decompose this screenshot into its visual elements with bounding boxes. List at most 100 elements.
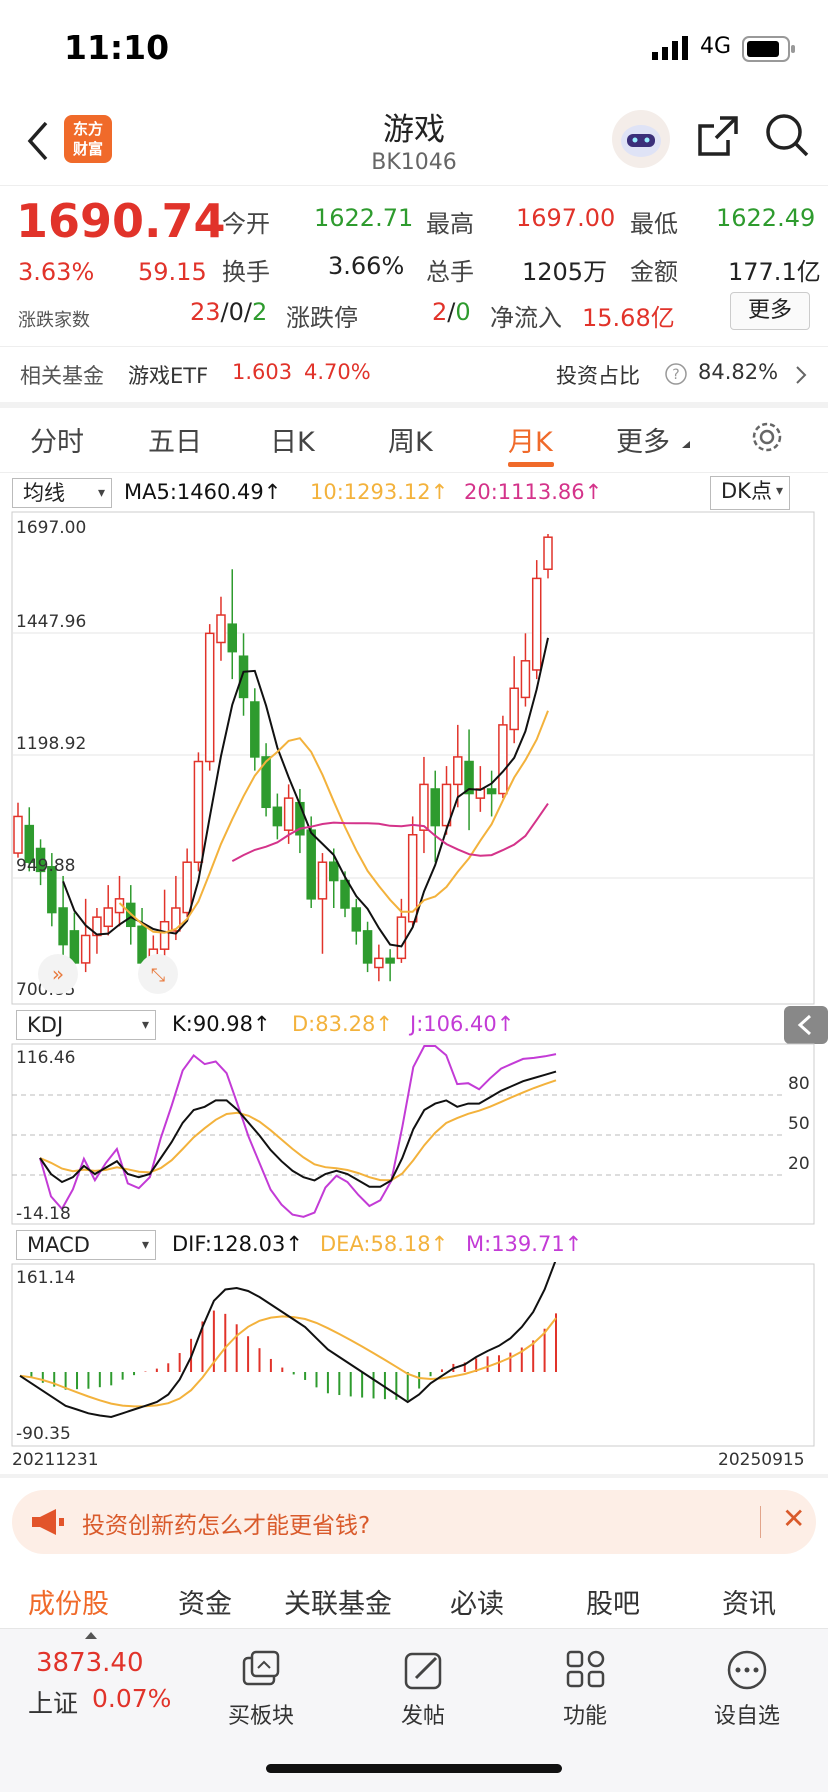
tab-intraday[interactable]: 分时 xyxy=(30,420,84,459)
candle-body xyxy=(103,907,113,928)
chart-frame xyxy=(11,1263,815,1447)
limit-values: 2/0 xyxy=(432,298,471,326)
tab-must-read[interactable]: 必读 xyxy=(450,1582,504,1621)
macd-y-min: -90.35 xyxy=(16,1424,71,1444)
candle-body xyxy=(182,861,192,914)
kdj-j-line xyxy=(39,1045,557,1218)
functions-label: 功能 xyxy=(562,1704,607,1729)
status-time: 11:10 xyxy=(64,28,170,67)
help-icon[interactable]: ? xyxy=(664,362,688,386)
low-value: 1622.49 xyxy=(716,204,816,232)
signal-icon xyxy=(652,36,688,60)
tab-five-day[interactable]: 五日 xyxy=(148,420,202,459)
change-percent: 3.63% xyxy=(18,258,95,286)
low-label: 最低 xyxy=(630,210,678,238)
more-button[interactable]: 更多 xyxy=(730,292,810,330)
tab-daily-k[interactable]: 日K xyxy=(270,420,315,459)
kdj-level: 20 xyxy=(788,1154,810,1174)
open-value: 1622.71 xyxy=(314,204,414,232)
candle-body xyxy=(430,788,440,827)
candle-body xyxy=(396,916,407,960)
y-axis-label: 949.88 xyxy=(16,856,76,876)
candlestick-chart[interactable] xyxy=(0,510,828,1006)
index-pct[interactable]: 0.07% xyxy=(92,1684,171,1713)
tab-news[interactable]: 资讯 xyxy=(722,1582,776,1621)
divider xyxy=(0,402,828,408)
dropdown-triangle-icon xyxy=(682,441,690,448)
kdj-d-line xyxy=(39,1079,557,1182)
candle-body xyxy=(159,920,170,950)
svg-text:»: » xyxy=(52,962,64,986)
tab-related-funds[interactable]: 关联基金 xyxy=(284,1582,392,1621)
y-axis-label: 1447.96 xyxy=(16,612,87,632)
macd-selector[interactable]: MACD xyxy=(16,1230,156,1260)
kdj-k-value: K:90.98↑ xyxy=(172,1012,271,1036)
chart-frame xyxy=(11,511,815,1005)
macd-chart[interactable] xyxy=(0,1262,828,1448)
kdj-y-max: 116.46 xyxy=(16,1048,76,1068)
search-icon[interactable] xyxy=(764,112,810,158)
svg-text:⤡: ⤡ xyxy=(151,965,165,986)
grid-icon xyxy=(566,1650,605,1688)
tab-constituents[interactable]: 成份股 xyxy=(28,1582,109,1621)
edit-icon xyxy=(404,1652,442,1690)
promo-banner[interactable]: 投资创新药怎么才能更省钱? ✕ xyxy=(12,1490,816,1554)
candle-body xyxy=(328,861,339,882)
inflow-value: 15.68亿 xyxy=(582,304,675,332)
candle-body xyxy=(250,701,260,758)
kdj-chart[interactable] xyxy=(0,1042,828,1226)
more-dots-icon xyxy=(727,1650,767,1690)
tab-funds-flow[interactable]: 资金 xyxy=(178,1582,232,1621)
collapse-panel-icon[interactable] xyxy=(784,1006,828,1044)
set-watchlist-button[interactable]: 设自选 xyxy=(692,1648,802,1730)
candle-body xyxy=(419,783,429,831)
status-bar: 11:10 4G xyxy=(0,0,828,96)
banner-text: 投资创新药怎么才能更省钱? xyxy=(82,1513,371,1539)
turnover-value: 3.66% xyxy=(328,252,405,280)
high-value: 1697.00 xyxy=(516,204,616,232)
buy-sector-button[interactable]: 买板块 xyxy=(206,1648,316,1730)
post-button[interactable]: 发帖 xyxy=(368,1648,478,1730)
kdj-selector[interactable]: KDJ xyxy=(16,1010,156,1040)
dk-point-button[interactable]: DK点 xyxy=(710,476,790,510)
inflow-label: 净流入 xyxy=(490,304,562,332)
tab-weekly-k[interactable]: 周K xyxy=(388,420,433,459)
scroll-arrows-icon[interactable]: » ⤡ xyxy=(36,952,182,996)
candle-body xyxy=(227,623,238,653)
end-date: 20250915 xyxy=(718,1450,805,1470)
svg-text:?: ? xyxy=(672,367,679,383)
tab-monthly-k[interactable]: 月K xyxy=(508,420,553,459)
set-watchlist-label: 设自选 xyxy=(713,1704,780,1729)
candle-body xyxy=(351,907,362,932)
tab-forum[interactable]: 股吧 xyxy=(586,1582,640,1621)
tab-more[interactable]: 更多 xyxy=(616,420,670,459)
macd-y-max: 161.14 xyxy=(16,1268,76,1288)
close-icon[interactable]: ✕ xyxy=(782,1502,805,1535)
kdj-d-value: D:83.28↑ xyxy=(292,1012,393,1036)
post-label: 发帖 xyxy=(400,1704,445,1729)
banner-divider xyxy=(760,1506,761,1538)
settings-icon[interactable] xyxy=(750,420,784,454)
start-date: 20211231 xyxy=(12,1450,99,1470)
battery-icon xyxy=(742,36,795,62)
index-value[interactable]: 3873.40 xyxy=(36,1648,144,1678)
kdj-y-min: -14.18 xyxy=(16,1204,71,1224)
fund-pct: 4.70% xyxy=(304,360,371,384)
index-name[interactable]: 上证 xyxy=(28,1684,78,1720)
share-icon[interactable] xyxy=(696,114,740,158)
functions-button[interactable]: 功能 xyxy=(530,1648,640,1730)
y-axis-label: 1697.00 xyxy=(16,518,87,538)
fund-price: 1.603 xyxy=(232,360,293,384)
candle-body xyxy=(453,756,463,786)
active-tab-indicator xyxy=(508,462,554,467)
megaphone-icon xyxy=(32,1509,64,1535)
turnover-label: 换手 xyxy=(222,258,270,286)
candle-body xyxy=(216,614,226,644)
expand-up-icon[interactable] xyxy=(84,1630,98,1640)
robot-assistant-icon[interactable] xyxy=(610,108,672,170)
candle-body xyxy=(317,861,328,900)
volume-value: 1205万 xyxy=(522,258,608,286)
ma-selector[interactable]: 均线 xyxy=(12,478,112,508)
divider xyxy=(0,472,828,473)
buy-sector-icon xyxy=(242,1650,280,1686)
